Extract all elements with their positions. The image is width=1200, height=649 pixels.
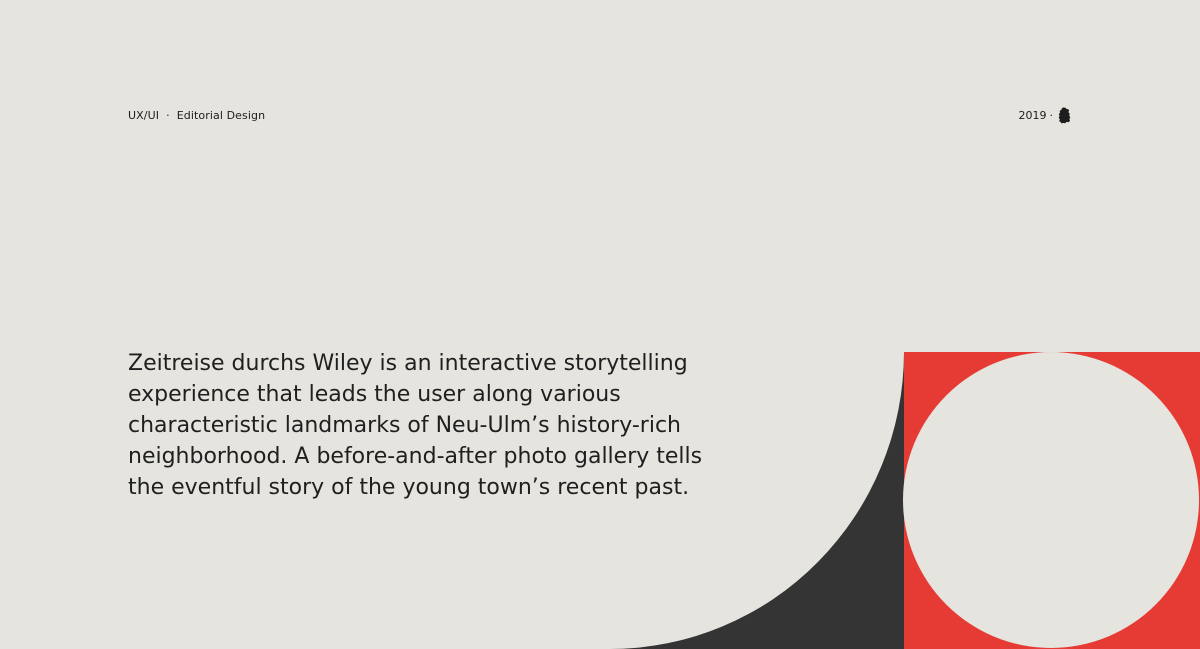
- light-circle: [903, 352, 1199, 648]
- project-categories: UX/UI · Editorial Design: [128, 109, 265, 122]
- decorative-geometric-graphic: [610, 352, 1200, 649]
- project-year: 2019: [1018, 109, 1047, 122]
- category-editorial-design: Editorial Design: [176, 109, 266, 122]
- dark-quarter-shape: [610, 352, 904, 649]
- project-meta: 2019 ·: [1019, 107, 1072, 124]
- year-separator: ·: [1049, 109, 1054, 122]
- category-separator: ·: [166, 109, 170, 122]
- category-ux-ui: UX/UI: [128, 109, 160, 122]
- germany-map-icon: [1058, 107, 1071, 124]
